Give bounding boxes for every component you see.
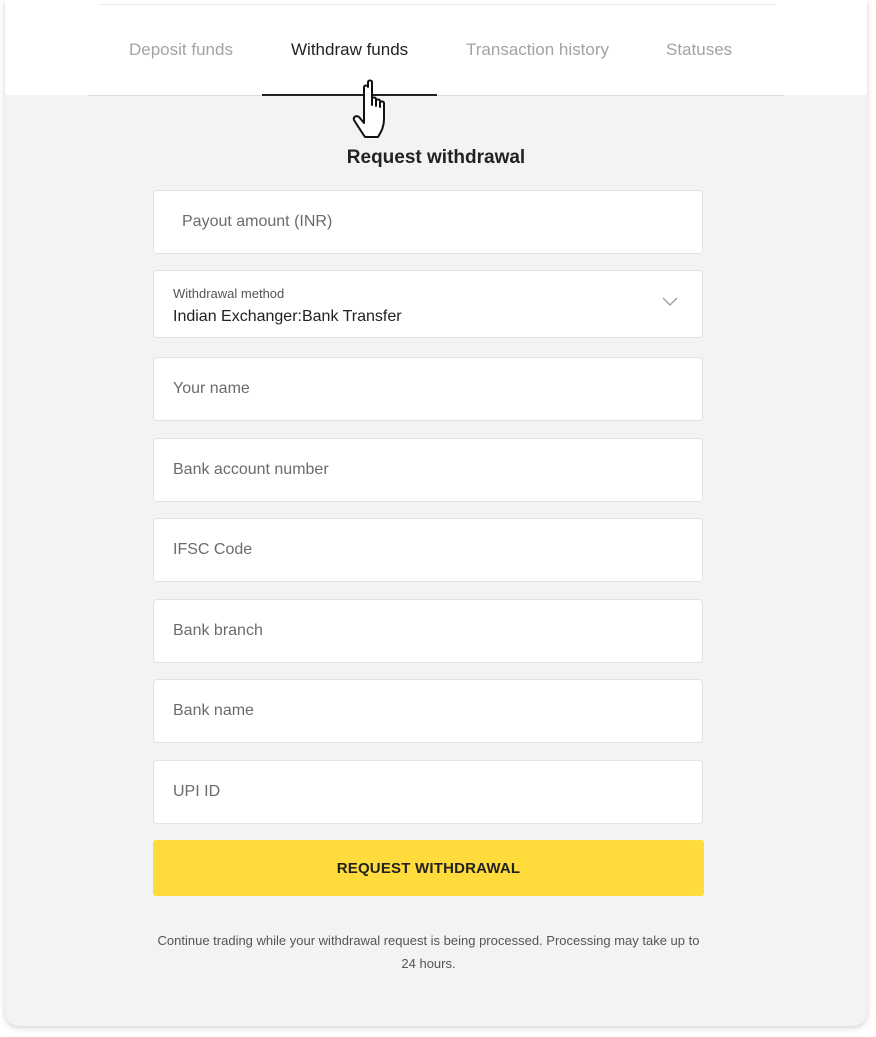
request-withdrawal-button[interactable]: REQUEST WITHDRAWAL [153,840,704,896]
tab-deposit-funds[interactable]: Deposit funds [129,40,233,60]
form-title: Request withdrawal [346,147,526,168]
withdrawal-card: Deposit funds Withdraw funds Transaction… [5,0,867,1026]
bank-account-number-field[interactable] [153,438,703,502]
upi-id-input[interactable] [154,761,702,823]
tab-transaction-history[interactable]: Transaction history [466,40,609,60]
ifsc-code-field[interactable] [153,518,703,582]
bank-account-number-input[interactable] [154,439,702,501]
bank-name-field[interactable] [153,679,703,743]
upi-id-field[interactable] [153,760,703,824]
withdrawal-method-value: Indian Exchanger:Bank Transfer [173,308,402,325]
tab-withdraw-funds[interactable]: Withdraw funds [291,40,408,60]
ifsc-code-input[interactable] [154,519,702,581]
bank-branch-input[interactable] [154,600,702,662]
payout-amount-field[interactable] [153,190,703,254]
tab-statuses[interactable]: Statuses [666,40,732,60]
hand-pointer-icon [352,79,385,138]
tab-bar-top-divider [99,4,775,5]
bank-name-input[interactable] [154,680,702,742]
active-tab-indicator [262,94,437,96]
withdrawal-method-select[interactable]: Withdrawal method Indian Exchanger:Bank … [153,270,703,338]
your-name-field[interactable] [153,357,703,421]
chevron-down-icon[interactable] [662,297,678,307]
processing-note: Continue trading while your withdrawal r… [157,933,700,971]
withdrawal-method-label: Withdrawal method [173,286,285,301]
bank-branch-field[interactable] [153,599,703,663]
your-name-input[interactable] [154,358,702,420]
tab-bar: Deposit funds Withdraw funds Transaction… [5,0,867,95]
payout-amount-input[interactable] [154,191,702,253]
